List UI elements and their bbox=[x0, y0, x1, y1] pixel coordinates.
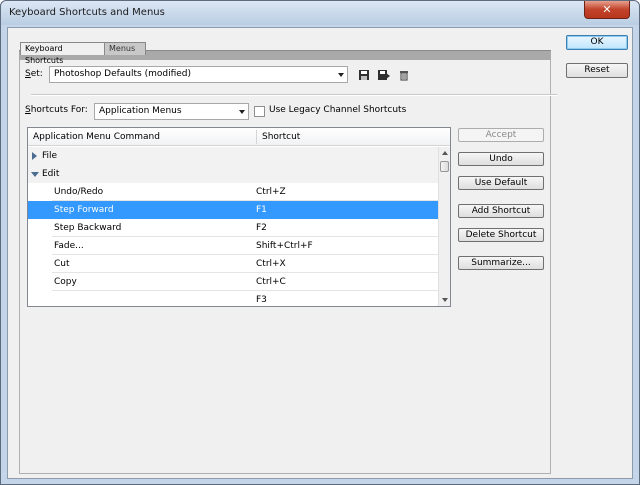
table-row[interactable]: Fade... Shift+Ctrl+F bbox=[28, 237, 438, 255]
delete-icon[interactable] bbox=[397, 68, 411, 82]
dialog-body: Keyboard Shortcuts Menus Set: Photoshop … bbox=[7, 27, 633, 479]
delete-shortcut-button[interactable]: Delete Shortcut bbox=[458, 228, 544, 242]
accept-button[interactable]: Accept bbox=[458, 128, 544, 142]
set-label: Set: bbox=[25, 69, 43, 79]
ok-button[interactable]: OK bbox=[566, 35, 628, 50]
close-button[interactable]: ✕ bbox=[584, 1, 630, 19]
row-command: File bbox=[42, 151, 58, 161]
shortcuts-for-dropdown[interactable]: Application Menus bbox=[94, 103, 249, 120]
save-icon[interactable] bbox=[357, 68, 371, 82]
save-as-icon[interactable] bbox=[377, 68, 391, 82]
separator bbox=[31, 94, 557, 96]
title-bar[interactable]: Keyboard Shortcuts and Menus ✕ bbox=[1, 1, 639, 25]
table-row[interactable]: Step Backward F2 bbox=[28, 219, 438, 237]
chevron-down-icon bbox=[338, 73, 344, 77]
window-title: Keyboard Shortcuts and Menus bbox=[9, 7, 165, 18]
shortcuts-for-label: Shortcuts For: bbox=[25, 105, 88, 115]
vertical-scrollbar[interactable] bbox=[438, 147, 450, 306]
row-command: Edit bbox=[42, 169, 60, 179]
reset-button[interactable]: Reset bbox=[566, 63, 628, 78]
collapse-arrow-icon[interactable] bbox=[31, 172, 39, 177]
tab-keyboard-shortcuts[interactable]: Keyboard Shortcuts bbox=[20, 42, 105, 65]
table-row[interactable]: Cut Ctrl+X bbox=[28, 255, 438, 273]
row-command: Step Backward bbox=[54, 223, 122, 233]
legacy-channel-checkbox[interactable] bbox=[254, 106, 265, 117]
legacy-channel-label: Use Legacy Channel Shortcuts bbox=[269, 105, 407, 115]
row-command: Copy bbox=[54, 277, 77, 287]
set-dropdown[interactable]: Photoshop Defaults (modified) bbox=[49, 66, 348, 83]
column-header-shortcut[interactable]: Shortcut bbox=[257, 128, 300, 146]
row-shortcut[interactable]: F2 bbox=[256, 219, 267, 237]
scroll-down-icon[interactable] bbox=[442, 298, 448, 302]
undo-button[interactable]: Undo bbox=[458, 152, 544, 166]
row-command: Fade... bbox=[54, 241, 84, 251]
dialog-window: Keyboard Shortcuts and Menus ✕ Keyboard … bbox=[0, 0, 640, 485]
row-shortcut[interactable]: Ctrl+C bbox=[256, 273, 286, 291]
row-shortcut[interactable]: Ctrl+X bbox=[256, 255, 286, 273]
row-shortcut[interactable]: F1 bbox=[256, 201, 267, 219]
table-row-selected[interactable]: Step Forward F1 bbox=[28, 201, 438, 219]
row-shortcut[interactable]: F3 bbox=[256, 291, 267, 306]
table-row-group-edit[interactable]: Edit bbox=[28, 165, 438, 183]
add-shortcut-button[interactable]: Add Shortcut bbox=[458, 204, 544, 218]
scroll-thumb[interactable] bbox=[440, 161, 449, 172]
set-label-rest: et: bbox=[30, 69, 43, 79]
row-command: Step Forward bbox=[54, 205, 114, 215]
scroll-up-icon[interactable] bbox=[442, 151, 448, 155]
table-row-group-file[interactable]: File bbox=[28, 147, 438, 165]
table-row[interactable]: F3 bbox=[28, 291, 438, 306]
table-row[interactable]: Copy Ctrl+C bbox=[28, 273, 438, 291]
expand-arrow-icon[interactable] bbox=[32, 152, 37, 160]
use-default-button[interactable]: Use Default bbox=[458, 176, 544, 190]
summarize-button[interactable]: Summarize... bbox=[458, 256, 544, 270]
set-dropdown-value: Photoshop Defaults (modified) bbox=[54, 69, 192, 79]
column-header-command[interactable]: Application Menu Command bbox=[28, 128, 160, 146]
row-command: Cut bbox=[54, 259, 70, 269]
row-command: Undo/Redo bbox=[54, 187, 104, 197]
shortcuts-table: Application Menu Command Shortcut File E… bbox=[27, 127, 451, 307]
tab-menus[interactable]: Menus bbox=[104, 42, 146, 55]
row-shortcut[interactable]: Ctrl+Z bbox=[256, 183, 286, 201]
shortcuts-for-value: Application Menus bbox=[99, 106, 182, 116]
chevron-down-icon bbox=[239, 110, 245, 114]
tab-panel: Set: Photoshop Defaults (modified) Short… bbox=[19, 60, 557, 474]
table-header: Application Menu Command Shortcut bbox=[28, 128, 450, 146]
row-shortcut[interactable]: Shift+Ctrl+F bbox=[256, 237, 313, 255]
table-row[interactable]: Undo/Redo Ctrl+Z bbox=[28, 183, 438, 201]
